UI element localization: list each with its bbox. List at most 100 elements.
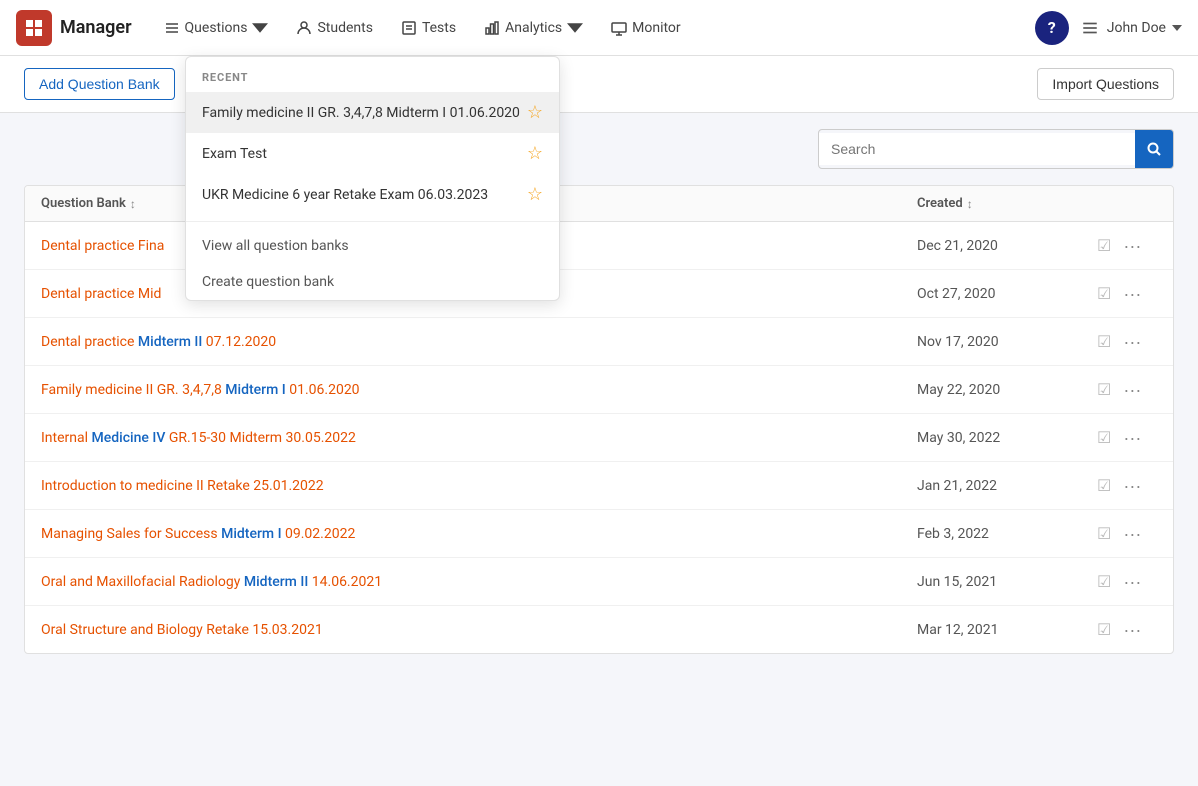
- row-highlight-3: Midterm I: [225, 382, 285, 398]
- content-area: Question Bank ↕ Created ↕ Dental practic…: [0, 113, 1198, 670]
- dots-button-0[interactable]: ···: [1119, 237, 1145, 255]
- analytics-icon: [484, 20, 500, 36]
- row-actions-2: ☑ ···: [1097, 332, 1157, 351]
- table-row: Internal Medicine IV GR.15-30 Midterm 30…: [25, 414, 1173, 462]
- star-icon-0[interactable]: ☆: [527, 102, 543, 123]
- row-date-6: Feb 3, 2022: [917, 526, 1097, 542]
- check-icon-3: ☑: [1097, 380, 1111, 399]
- nav-students-label: Students: [317, 20, 372, 36]
- row-actions-5: ☑ ···: [1097, 476, 1157, 495]
- chevron-down-icon: [252, 20, 268, 36]
- dots-button-6[interactable]: ···: [1119, 525, 1145, 543]
- import-questions-button[interactable]: Import Questions: [1037, 68, 1174, 100]
- col-actions: [1097, 196, 1157, 211]
- dots-button-7[interactable]: ···: [1119, 573, 1145, 591]
- help-icon: ?: [1048, 18, 1056, 37]
- user-menu[interactable]: John Doe: [1107, 20, 1182, 36]
- row-highlight-7: Midterm II: [244, 574, 308, 590]
- row-date-1: Oct 27, 2020: [917, 286, 1097, 302]
- row-date-7: Jun 15, 2021: [917, 574, 1097, 590]
- check-icon-4: ☑: [1097, 428, 1111, 447]
- row-date-2: Nov 17, 2020: [917, 334, 1097, 350]
- row-name-3[interactable]: Family medicine II GR. 3,4,7,8 Midterm I…: [41, 382, 917, 398]
- check-icon-8: ☑: [1097, 620, 1111, 639]
- nav-questions[interactable]: Questions: [152, 12, 281, 44]
- table-row: Introduction to medicine II Retake 25.01…: [25, 462, 1173, 510]
- check-icon-6: ☑: [1097, 524, 1111, 543]
- row-name-5[interactable]: Introduction to medicine II Retake 25.01…: [41, 478, 917, 494]
- search-wrap: [818, 129, 1174, 169]
- sort-icon[interactable]: ↕: [130, 197, 136, 211]
- row-name-8[interactable]: Oral Structure and Biology Retake 15.03.…: [41, 622, 917, 638]
- check-icon-5: ☑: [1097, 476, 1111, 495]
- dots-button-5[interactable]: ···: [1119, 477, 1145, 495]
- search-icon: [1146, 141, 1162, 157]
- col-created: Created ↕: [917, 196, 1097, 211]
- analytics-chevron-icon: [567, 20, 583, 36]
- row-actions-0: ☑ ···: [1097, 236, 1157, 255]
- nav-analytics-label: Analytics: [505, 20, 562, 36]
- dots-button-3[interactable]: ···: [1119, 381, 1145, 399]
- help-button[interactable]: ?: [1035, 11, 1069, 45]
- star-icon-2[interactable]: ☆: [527, 184, 543, 205]
- table-row: Dental practice Midterm II 07.12.2020 No…: [25, 318, 1173, 366]
- created-sort-icon[interactable]: ↕: [967, 197, 973, 211]
- dropdown-item-label-2: UKR Medicine 6 year Retake Exam 06.03.20…: [202, 187, 488, 203]
- table-row: Oral Structure and Biology Retake 15.03.…: [25, 606, 1173, 653]
- check-icon-0: ☑: [1097, 236, 1111, 255]
- table-row: Oral and Maxillofacial Radiology Midterm…: [25, 558, 1173, 606]
- nav-monitor-label: Monitor: [632, 20, 681, 36]
- dots-button-4[interactable]: ···: [1119, 429, 1145, 447]
- star-icon-1[interactable]: ☆: [527, 143, 543, 164]
- dropdown-divider: [186, 221, 559, 222]
- dots-button-8[interactable]: ···: [1119, 621, 1145, 639]
- menu-icon: [1081, 19, 1099, 37]
- dropdown-create[interactable]: Create question bank: [186, 264, 559, 300]
- table-row: Family medicine II GR. 3,4,7,8 Midterm I…: [25, 366, 1173, 414]
- dots-button-1[interactable]: ···: [1119, 285, 1145, 303]
- nav-tests[interactable]: Tests: [389, 12, 468, 44]
- app-logo[interactable]: Manager: [16, 10, 132, 46]
- check-icon-2: ☑: [1097, 332, 1111, 351]
- add-question-bank-button[interactable]: Add Question Bank: [24, 68, 175, 100]
- navbar: Manager Questions Students Tests Analyti…: [0, 0, 1198, 56]
- row-date-4: May 30, 2022: [917, 430, 1097, 446]
- row-highlight-2: Midterm II: [138, 334, 202, 350]
- row-name-6[interactable]: Managing Sales for Success Midterm I 09.…: [41, 526, 917, 542]
- row-name-2[interactable]: Dental practice Midterm II 07.12.2020: [41, 334, 917, 350]
- main-content: Add Question Bank Import Questions Quest…: [0, 56, 1198, 670]
- row-name-7[interactable]: Oral and Maxillofacial Radiology Midterm…: [41, 574, 917, 590]
- dropdown-view-all[interactable]: View all question banks: [186, 228, 559, 264]
- row-actions-8: ☑ ···: [1097, 620, 1157, 639]
- row-actions-6: ☑ ···: [1097, 524, 1157, 543]
- row-highlight-6: Midterm I: [221, 526, 281, 542]
- check-icon-1: ☑: [1097, 284, 1111, 303]
- row-name-4[interactable]: Internal Medicine IV GR.15-30 Midterm 30…: [41, 430, 917, 446]
- nav-monitor[interactable]: Monitor: [599, 12, 693, 44]
- row-actions-4: ☑ ···: [1097, 428, 1157, 447]
- monitor-icon: [611, 20, 627, 36]
- check-icon-7: ☑: [1097, 572, 1111, 591]
- dropdown-item-label-0: Family medicine II GR. 3,4,7,8 Midterm I…: [202, 105, 520, 121]
- row-actions-1: ☑ ···: [1097, 284, 1157, 303]
- search-input[interactable]: [819, 133, 1135, 165]
- questions-icon: [164, 20, 180, 36]
- toolbar: Add Question Bank Import Questions: [0, 56, 1198, 113]
- tests-icon: [401, 20, 417, 36]
- nav-students[interactable]: Students: [284, 12, 384, 44]
- user-chevron-icon: [1172, 25, 1182, 31]
- dropdown-recent-title: RECENT: [186, 57, 559, 92]
- nav-questions-label: Questions: [185, 20, 248, 36]
- dropdown-item-0[interactable]: Family medicine II GR. 3,4,7,8 Midterm I…: [186, 92, 559, 133]
- questions-dropdown: RECENT Family medicine II GR. 3,4,7,8 Mi…: [185, 56, 560, 301]
- nav-tests-label: Tests: [422, 20, 456, 36]
- row-actions-7: ☑ ···: [1097, 572, 1157, 591]
- dropdown-item-1[interactable]: Exam Test ☆: [186, 133, 559, 174]
- app-title: Manager: [60, 17, 132, 38]
- dropdown-item-2[interactable]: UKR Medicine 6 year Retake Exam 06.03.20…: [186, 174, 559, 215]
- nav-analytics[interactable]: Analytics: [472, 12, 595, 44]
- students-icon: [296, 20, 312, 36]
- search-button[interactable]: [1135, 130, 1173, 168]
- user-name: John Doe: [1107, 20, 1166, 36]
- dots-button-2[interactable]: ···: [1119, 333, 1145, 351]
